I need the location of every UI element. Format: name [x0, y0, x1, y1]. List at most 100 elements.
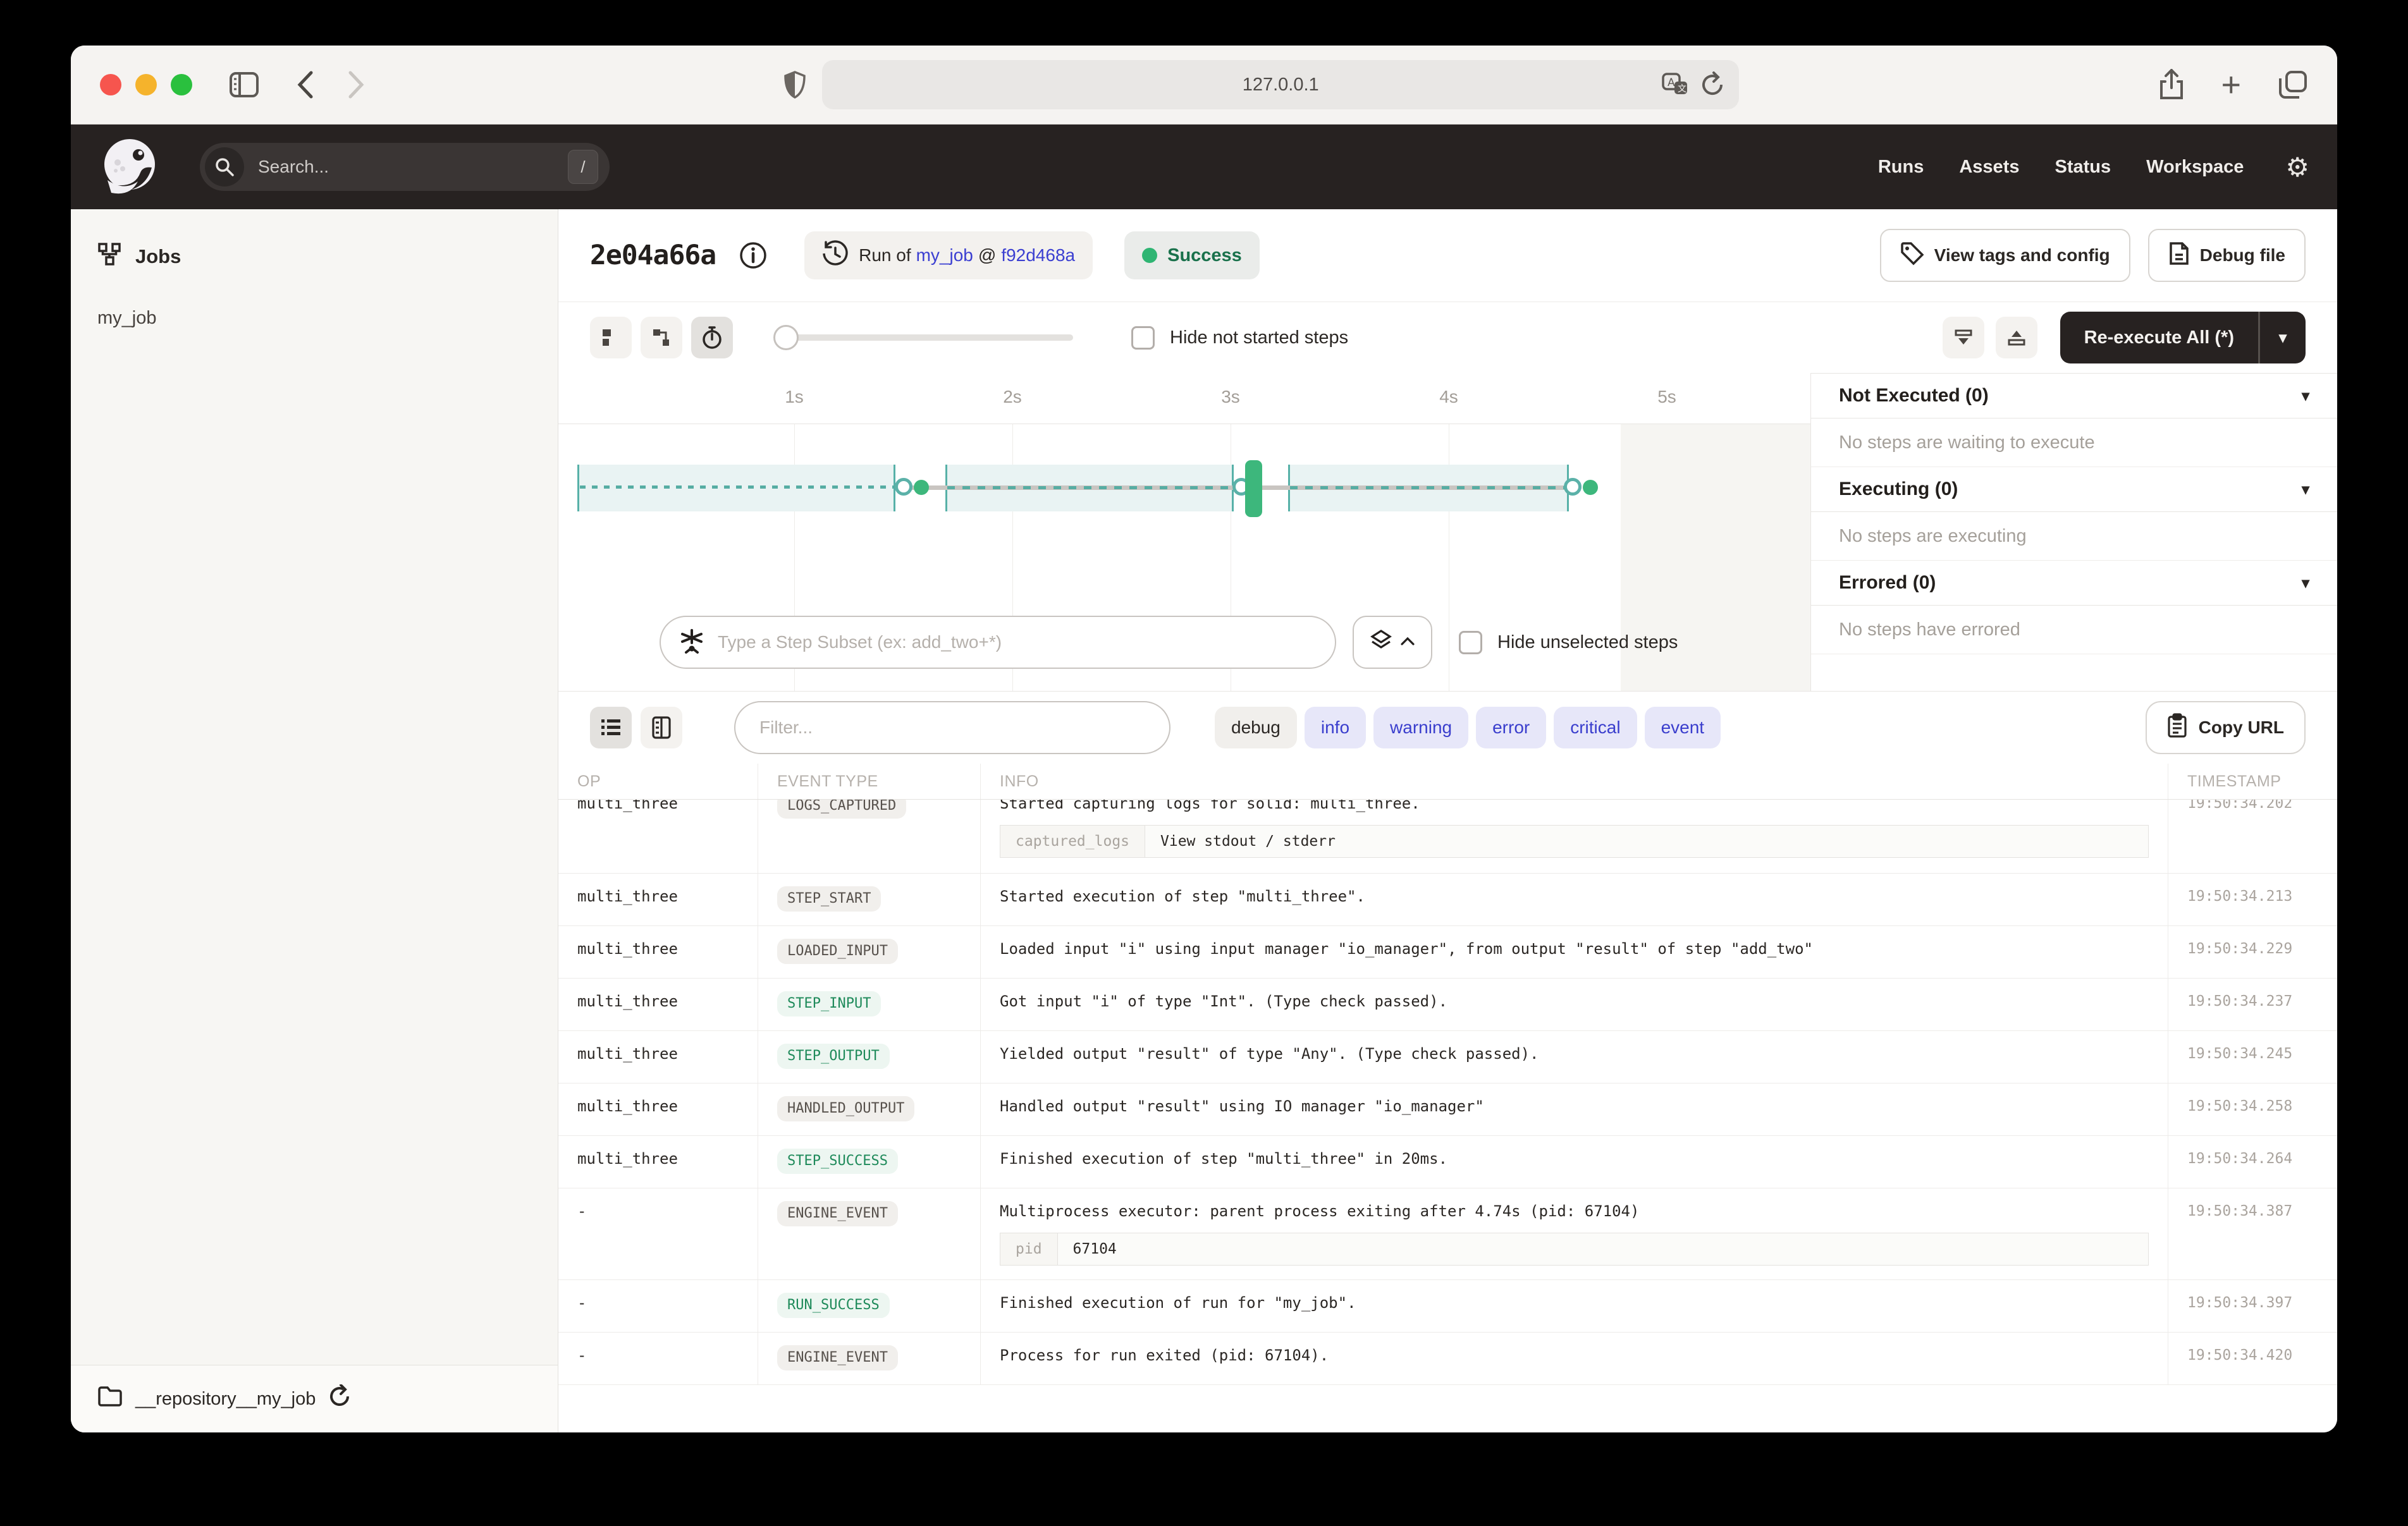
log-list-view-button[interactable] [590, 707, 632, 748]
table-row[interactable]: -ENGINE_EVENTMultiprocess executor: pare… [558, 1188, 2337, 1280]
dagster-logo[interactable] [99, 136, 161, 198]
history-icon [822, 240, 849, 271]
log-level-debug[interactable]: debug [1215, 707, 1297, 748]
step-subset-field[interactable] [660, 616, 1336, 669]
gear-icon[interactable]: ⚙ [2285, 152, 2309, 183]
info-text: Finished execution of run for "my_job". [1000, 1293, 2149, 1313]
table-row[interactable]: multi_threeHANDLED_OUTPUTHandled output … [558, 1083, 2337, 1136]
reexecute-all-button[interactable]: Re-execute All (*) [2060, 312, 2258, 363]
table-row[interactable]: multi_threeSTEP_SUCCESSFinished executio… [558, 1136, 2337, 1188]
gantt-step-bar[interactable] [1245, 460, 1262, 517]
table-row[interactable]: multi_threeSTEP_INPUTGot input "i" of ty… [558, 979, 2337, 1031]
log-level-info[interactable]: info [1305, 707, 1366, 748]
chevron-up-icon [1401, 637, 1415, 649]
gantt-marker-dot[interactable] [914, 480, 929, 495]
translate-icon[interactable]: A文 [1662, 73, 1688, 97]
reexecute-dropdown-button[interactable]: ▾ [2260, 312, 2306, 363]
gantt-marker-circle[interactable] [1564, 478, 1582, 496]
gantt-marker-circle[interactable] [895, 478, 912, 496]
run-page: 2e04a66a Run of my_job @ f92d468a Succes… [558, 209, 2337, 1432]
gantt-timed-view-button[interactable] [691, 317, 733, 358]
table-row[interactable]: multi_threeLOADED_INPUTLoaded input "i" … [558, 926, 2337, 979]
sidebar-toggle-icon[interactable] [229, 71, 259, 98]
nav-assets[interactable]: Assets [1959, 157, 2019, 178]
captured-logs-link[interactable]: View stdout / stderr [1145, 826, 2148, 857]
column-header-op: OP [558, 764, 758, 799]
timestamp-cell: 19:50:34.229 [2168, 926, 2337, 978]
browser-chrome: 127.0.0.1 A文 + [71, 46, 2337, 125]
gantt-dashed-line [947, 486, 1232, 489]
table-row[interactable]: multi_threeSTEP_STARTStarted execution o… [558, 874, 2337, 926]
collapse-panel-up-icon[interactable] [1996, 317, 2037, 358]
view-tags-config-button[interactable]: View tags and config [1880, 229, 2130, 282]
minimize-window-button[interactable] [135, 74, 157, 95]
op-cell: - [558, 1333, 758, 1384]
commit-link[interactable]: f92d468a [1001, 245, 1075, 266]
info-text: Got input "i" of type "Int". (Type check… [1000, 991, 2149, 1011]
table-row[interactable]: -ENGINE_EVENTProcess for run exited (pid… [558, 1333, 2337, 1385]
executing-section-header[interactable]: Executing (0) ▾ [1811, 467, 2337, 512]
gantt-waterfall-view-button[interactable] [641, 317, 682, 358]
run-of-tag[interactable]: Run of my_job @ f92d468a [804, 231, 1093, 279]
run-header: 2e04a66a Run of my_job @ f92d468a Succes… [558, 209, 2337, 302]
new-tab-icon[interactable]: + [2221, 68, 2241, 102]
nav-status[interactable]: Status [2055, 157, 2111, 178]
address-bar[interactable]: 127.0.0.1 A文 [822, 60, 1739, 109]
log-filter-field[interactable] [734, 701, 1170, 754]
sidebar-item-my-job[interactable]: my_job [97, 308, 531, 329]
table-row[interactable]: multi_threeLOGS_CAPTUREDStarted capturin… [558, 800, 2337, 874]
gantt-chart[interactable]: 1s 2s 3s 4s 5s [558, 373, 1810, 691]
metadata-key: captured_logs [1000, 826, 1145, 857]
copy-url-button[interactable]: Copy URL [2146, 701, 2306, 754]
hide-not-started-checkbox[interactable] [1131, 326, 1155, 350]
info-text: Loaded input "i" using input manager "io… [1000, 939, 2149, 959]
tab-overview-icon[interactable] [2278, 70, 2308, 100]
search-input[interactable] [257, 156, 568, 178]
op-cell: multi_three [558, 1136, 758, 1188]
info-text: Multiprocess executor: parent process ex… [1000, 1201, 2149, 1221]
subset-apply-button[interactable] [1353, 616, 1432, 669]
log-level-warning[interactable]: warning [1373, 707, 1468, 748]
shield-icon[interactable] [784, 71, 806, 99]
step-subset-input[interactable] [716, 632, 1316, 653]
hide-unselected-checkbox[interactable] [1459, 631, 1482, 654]
table-row[interactable]: -RUN_SUCCESSFinished execution of run fo… [558, 1280, 2337, 1333]
log-level-critical[interactable]: critical [1554, 707, 1637, 748]
job-link[interactable]: my_job [916, 245, 973, 266]
back-icon[interactable] [297, 71, 314, 99]
metadata-key: pid [1000, 1233, 1058, 1265]
event-type-tag: STEP_INPUT [777, 991, 881, 1016]
info-text: Started execution of step "multi_three". [1000, 886, 2149, 906]
metadata-table: captured_logsView stdout / stderr [1000, 825, 2149, 858]
table-row[interactable]: multi_threeSTEP_OUTPUTYielded output "re… [558, 1031, 2337, 1083]
nav-workspace[interactable]: Workspace [2146, 157, 2244, 178]
refresh-icon[interactable] [328, 1384, 351, 1413]
log-structured-view-button[interactable] [641, 707, 682, 748]
event-type-cell: RUN_SUCCESS [758, 1280, 981, 1332]
axis-tick: 4s [1420, 387, 1477, 407]
share-icon[interactable] [2159, 69, 2184, 101]
info-icon[interactable] [739, 241, 768, 270]
not-executed-section-header[interactable]: Not Executed (0) ▾ [1811, 374, 2337, 418]
nav-runs[interactable]: Runs [1878, 157, 1924, 178]
zoom-slider-knob[interactable] [773, 325, 799, 350]
log-level-error[interactable]: error [1476, 707, 1546, 748]
reload-icon[interactable] [1700, 71, 1725, 98]
log-level-event[interactable]: event [1645, 707, 1721, 748]
debug-file-button[interactable]: Debug file [2148, 229, 2306, 282]
sidebar: Jobs my_job __repository__my_job [71, 209, 558, 1432]
gantt-marker-dot[interactable] [1583, 480, 1598, 495]
info-cell: Got input "i" of type "Int". (Type check… [981, 979, 2168, 1030]
zoom-slider[interactable] [776, 334, 1073, 341]
clipboard-icon [2167, 713, 2187, 743]
gantt-flat-view-button[interactable] [590, 317, 632, 358]
maximize-window-button[interactable] [171, 74, 192, 95]
event-type-cell: STEP_START [758, 874, 981, 925]
global-search[interactable]: / [200, 143, 610, 191]
log-filter-input[interactable] [758, 717, 1146, 738]
forward-icon[interactable] [348, 71, 364, 99]
close-window-button[interactable] [100, 74, 121, 95]
errored-section-header[interactable]: Errored (0) ▾ [1811, 561, 2337, 606]
run-tag-prefix: Run of [859, 245, 911, 266]
collapse-panel-down-icon[interactable] [1943, 317, 1984, 358]
